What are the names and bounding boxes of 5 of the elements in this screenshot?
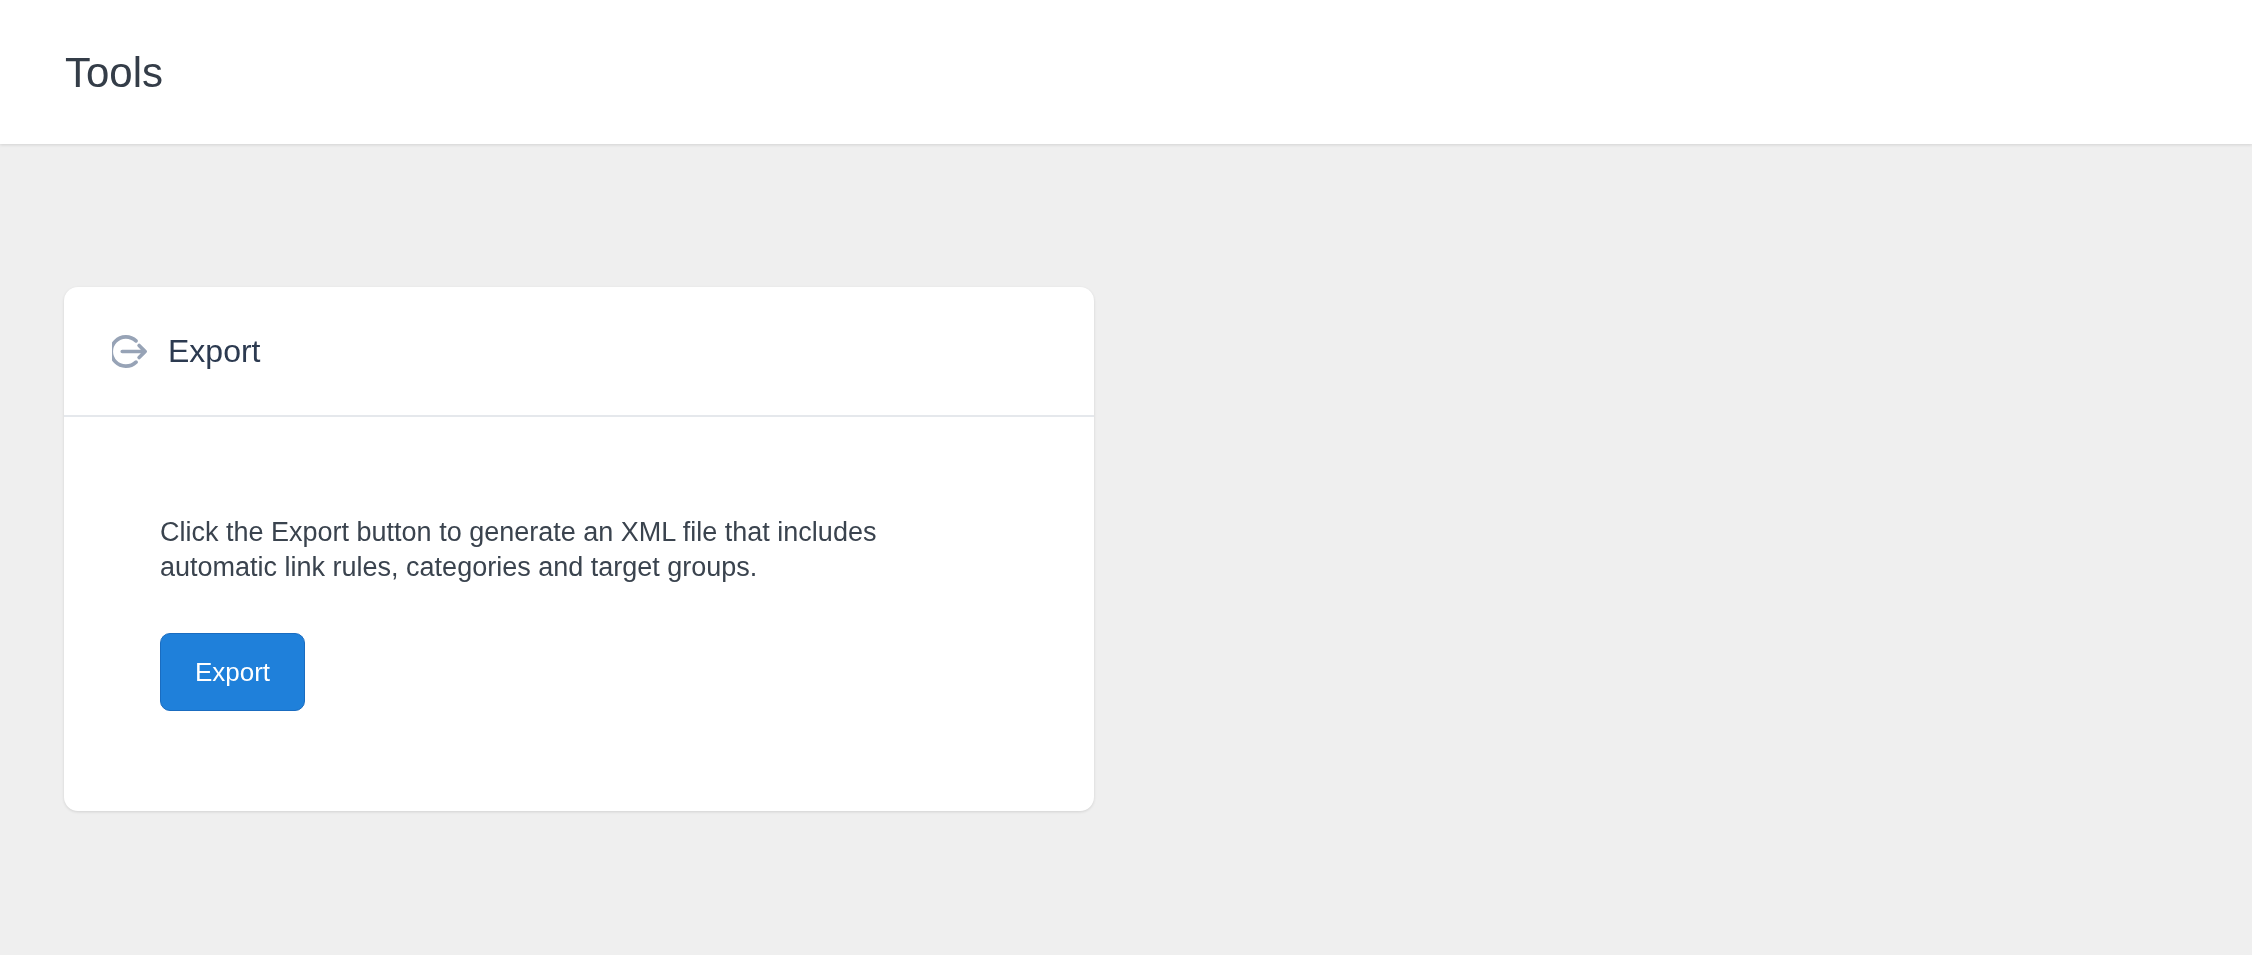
card-title: Export bbox=[168, 332, 261, 370]
export-icon bbox=[112, 334, 149, 368]
page-title: Tools bbox=[65, 48, 164, 97]
export-description: Click the Export button to generate an XML file that includes automatic link rules, categories and target groups. bbox=[160, 516, 878, 584]
export-button[interactable]: Export bbox=[160, 633, 305, 711]
